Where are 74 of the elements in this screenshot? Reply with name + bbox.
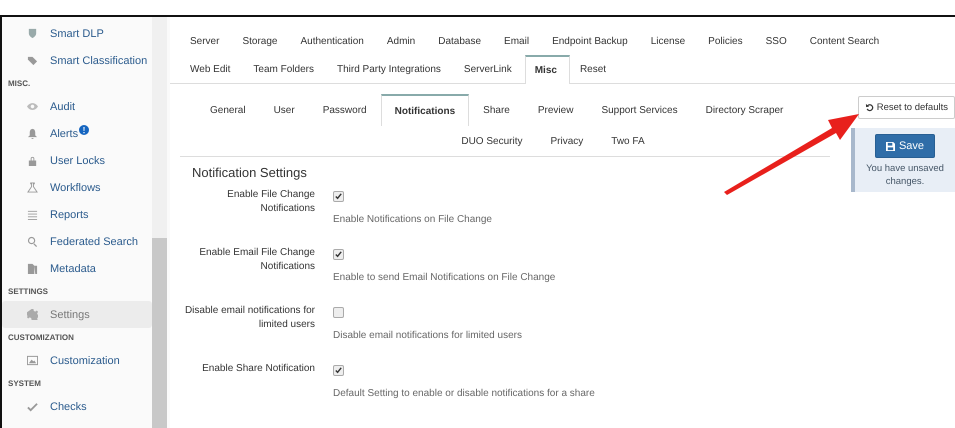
tab[interactable]: Third Party Integrations	[326, 55, 454, 83]
tab[interactable]: Admin	[376, 27, 428, 55]
check-icon	[27, 401, 38, 412]
sidebar-item[interactable]: Reports	[2, 201, 152, 228]
scrollbar[interactable]	[152, 17, 167, 428]
checkbox[interactable]	[333, 365, 344, 376]
sidebar-item[interactable]: Workflows	[2, 174, 152, 201]
checkbox[interactable]	[333, 191, 344, 202]
undo-icon	[864, 103, 874, 112]
setting-label: Disable email notifications for limited users	[184, 304, 316, 332]
setting-label: Enable File Change Notifications	[226, 188, 316, 216]
eye-icon	[27, 101, 38, 112]
tab[interactable]: SSO	[756, 27, 800, 55]
setting-help-text: Default Setting to enable or disable notifications for a share	[333, 388, 595, 399]
tab[interactable]: Content Search	[800, 27, 892, 55]
tab[interactable]: Database	[428, 27, 494, 55]
search-icon	[27, 236, 38, 247]
sidebar-section-header: MISC.	[7, 78, 32, 90]
sidebar-item[interactable]: Smart Classification	[2, 47, 152, 74]
setting-help-text: Disable email notifications for limited users	[333, 330, 522, 341]
sidebar-item[interactable]: Federated Search	[2, 228, 152, 255]
tag-icon	[27, 55, 38, 66]
tab[interactable]: Team Folders	[243, 55, 327, 83]
checkbox[interactable]	[333, 307, 344, 318]
shield-icon	[27, 28, 38, 39]
setting-help-text: Enable Notifications on File Change	[333, 214, 492, 225]
tab[interactable]: Share	[469, 94, 524, 125]
tab[interactable]: Reset	[570, 55, 620, 83]
setting-label: Enable Email File Change Notifications	[198, 246, 316, 274]
tab[interactable]: Authentication	[290, 27, 377, 55]
tab[interactable]: Notifications	[380, 94, 470, 126]
tab[interactable]: Email	[494, 27, 542, 55]
tab[interactable]: Policies	[698, 27, 756, 55]
sidebar-item[interactable]: Settings	[2, 301, 152, 328]
sidebar-item[interactable]: Metadata	[2, 255, 152, 282]
sidebar-item[interactable]: Smart DLP	[2, 20, 152, 47]
setting-help-text: Enable to send Email Notifications on File Change	[333, 272, 556, 283]
lock-icon	[27, 155, 38, 166]
tab[interactable]: ServerLink	[454, 55, 525, 83]
image-icon	[27, 355, 38, 366]
unsaved-changes-note: You have unsaved changes.	[865, 162, 945, 188]
bell-icon	[27, 128, 38, 139]
tab[interactable]: Two FA	[597, 125, 659, 156]
tab[interactable]: Storage	[232, 27, 290, 55]
sidebar-item[interactable]: User Locks	[2, 147, 152, 174]
sidebar-item[interactable]: Checks	[2, 393, 152, 420]
sidebar-item[interactable]: Alerts	[2, 120, 152, 147]
tab[interactable]: Preview	[524, 94, 588, 125]
save-button[interactable]: Save	[874, 134, 936, 158]
tab[interactable]: DUO Security	[447, 125, 536, 156]
tab[interactable]: Web Edit	[180, 55, 244, 83]
setting-label: Enable Share Notification	[201, 362, 316, 376]
list-icon	[27, 209, 38, 220]
reset-to-defaults-button[interactable]: Reset to defaults	[858, 96, 955, 119]
doc-icon	[27, 263, 38, 274]
tab[interactable]: Endpoint Backup	[542, 27, 641, 55]
tab[interactable]: User	[260, 94, 309, 125]
checkbox[interactable]	[333, 249, 344, 260]
sidebar-section-header: CUSTOMIZATION	[7, 332, 75, 344]
tab[interactable]: Support Services	[587, 94, 692, 125]
sidebar-section-header: SETTINGS	[7, 286, 50, 298]
sidebar-section-header: SYSTEM	[7, 378, 42, 390]
flask-icon	[27, 182, 38, 193]
tab[interactable]: Misc	[524, 55, 570, 84]
tab[interactable]: Privacy	[536, 125, 598, 156]
tab[interactable]: General	[196, 94, 260, 125]
scrollbar-thumb[interactable]	[152, 238, 167, 428]
tab[interactable]: License	[640, 27, 698, 55]
tab[interactable]: Server	[180, 27, 232, 55]
tab[interactable]: Password	[308, 94, 381, 125]
tab[interactable]: Directory Scraper	[692, 94, 798, 125]
sidebar-item[interactable]: Customization	[2, 347, 152, 374]
sidebar-item[interactable]: Audit	[2, 93, 152, 120]
section-title: Notification Settings	[191, 164, 308, 182]
